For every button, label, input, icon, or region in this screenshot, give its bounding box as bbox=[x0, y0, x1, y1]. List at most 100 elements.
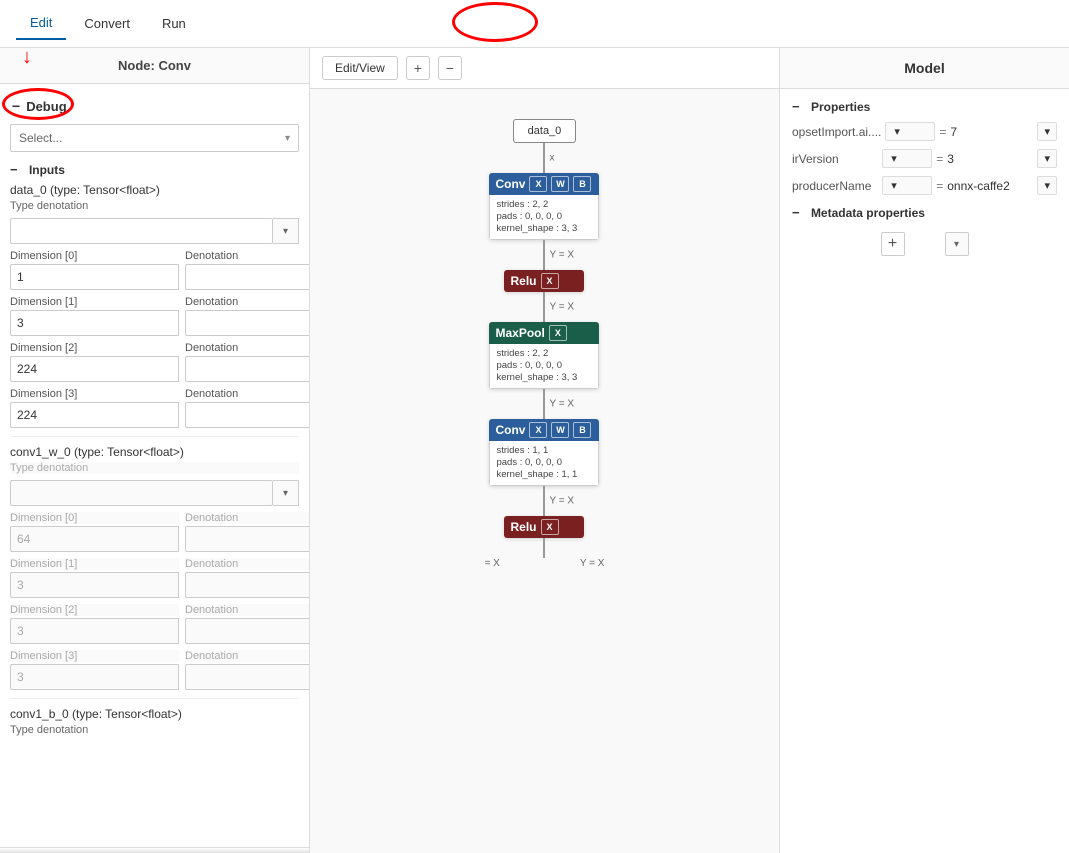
metadata-chevron-button[interactable]: ▾ bbox=[945, 232, 969, 256]
menu-item-edit[interactable]: Edit bbox=[16, 7, 66, 40]
data0-dim1-group: Dimension [1] bbox=[10, 296, 179, 336]
properties-section-header[interactable]: Properties bbox=[792, 99, 1057, 114]
node-relu1-btn-x[interactable]: X bbox=[541, 273, 559, 289]
prop-value-select-1[interactable]: ▾ bbox=[1037, 149, 1057, 168]
node-conv1-btn-b[interactable]: B bbox=[573, 176, 591, 192]
data0-type-denotation-input[interactable] bbox=[10, 218, 273, 244]
data0-den3-input[interactable] bbox=[185, 402, 309, 428]
node-relu1-header: Relu X bbox=[504, 270, 584, 292]
data0-den0-input[interactable] bbox=[185, 264, 309, 290]
node-relu1-label: Relu bbox=[510, 274, 536, 288]
node-maxpool-label: MaxPool bbox=[495, 326, 544, 340]
right-panel: Model Properties opsetImport.ai.... ▾ = … bbox=[779, 48, 1069, 853]
data0-dim0-group: Dimension [0] bbox=[10, 250, 179, 290]
model-panel-title: Model bbox=[780, 48, 1069, 89]
node-conv1-btn-x[interactable]: X bbox=[529, 176, 547, 192]
left-panel-body[interactable]: Debug Select... ▾ Inputs data_0 (type: T… bbox=[0, 84, 309, 847]
edit-view-button[interactable]: Edit/View bbox=[322, 56, 398, 80]
data0-den2-input[interactable] bbox=[185, 356, 309, 382]
conv1w-den1-group: Denotation ▾ bbox=[185, 558, 309, 598]
data0-dim-row-3: Dimension [3] Denotation ▾ bbox=[10, 388, 299, 428]
conv1w-type-chevron[interactable]: ▾ bbox=[273, 480, 299, 506]
data0-dim2-label: Dimension [2] bbox=[10, 342, 179, 354]
input-field-conv1w-name: conv1_w_0 (type: Tensor<float>) bbox=[10, 445, 299, 459]
prop-value-0: 7 bbox=[950, 125, 1033, 139]
node-relu2-btn-x[interactable]: X bbox=[541, 519, 559, 535]
data0-den0-wrap: ▾ bbox=[185, 264, 309, 290]
data0-den3-label: Denotation bbox=[185, 388, 309, 400]
data0-dim1-label: Dimension [1] bbox=[10, 296, 179, 308]
debug-section[interactable]: Debug bbox=[10, 92, 71, 120]
data-node-data0-label: data_0 bbox=[528, 125, 562, 137]
node-conv2-btn-w[interactable]: W bbox=[551, 422, 569, 438]
right-panel-body: Properties opsetImport.ai.... ▾ = 7 ▾ ir… bbox=[780, 89, 1069, 853]
data0-den1-input[interactable] bbox=[185, 310, 309, 336]
node-maxpool-btn-x[interactable]: X bbox=[549, 325, 567, 341]
conv1w-den0-group: Denotation ▾ bbox=[185, 512, 309, 552]
node-relu2-header: Relu X bbox=[504, 516, 584, 538]
metadata-section-header[interactable]: Metadata properties bbox=[792, 205, 1057, 220]
conv1w-dim2-input bbox=[10, 618, 179, 644]
inputs-section-header[interactable]: Inputs bbox=[10, 162, 299, 177]
prop-select-1[interactable]: ▾ bbox=[882, 149, 932, 168]
data0-dim3-label: Dimension [3] bbox=[10, 388, 179, 400]
connector-3: Y = X bbox=[543, 292, 545, 322]
zoom-in-button[interactable]: + bbox=[406, 56, 430, 80]
prop-row-1: irVersion ▾ = 3 ▾ bbox=[792, 149, 1057, 168]
menu-bar: Edit Convert Run bbox=[0, 0, 1069, 48]
prop-value-select-2[interactable]: ▾ bbox=[1037, 176, 1057, 195]
metadata-add-button[interactable]: + bbox=[881, 232, 905, 256]
prop-name-2: producerName bbox=[792, 179, 878, 193]
data-node-data0[interactable]: data_0 bbox=[513, 119, 577, 143]
zoom-out-button[interactable]: − bbox=[438, 56, 462, 80]
node-maxpool-prop-0: strides : 2, 2 bbox=[496, 348, 592, 359]
prop-eq-1: = bbox=[936, 152, 943, 166]
data0-dim3-input[interactable] bbox=[10, 402, 179, 428]
data0-dim-row-2: Dimension [2] Denotation ▾ bbox=[10, 342, 299, 382]
conv1w-den3-group: Denotation ▾ bbox=[185, 650, 309, 690]
data0-dim2-input[interactable] bbox=[10, 356, 179, 382]
data0-dim3-group: Dimension [3] bbox=[10, 388, 179, 428]
input-field-conv1b-type-label: Type denotation bbox=[10, 724, 299, 736]
conv1w-dim1-label: Dimension [1] bbox=[10, 558, 179, 570]
connector-1-label: x bbox=[549, 153, 554, 164]
canvas-area[interactable]: data_0 x Conv X W B strides : 2, 2 bbox=[310, 89, 779, 853]
metadata-actions: + ▾ bbox=[792, 228, 1057, 260]
prop-value-select-0[interactable]: ▾ bbox=[1037, 122, 1057, 141]
node-maxpool-prop-2: kernel_shape : 3, 3 bbox=[496, 372, 592, 383]
node-conv1-btn-w[interactable]: W bbox=[551, 176, 569, 192]
prop-select-2[interactable]: ▾ bbox=[882, 176, 932, 195]
connector-5-label: Y = X bbox=[549, 496, 574, 507]
input-field-conv1b-name: conv1_b_0 (type: Tensor<float>) bbox=[10, 707, 299, 721]
connector-2: Y = X bbox=[543, 240, 545, 270]
connector-6 bbox=[543, 538, 545, 558]
graph-container: data_0 x Conv X W B strides : 2, 2 bbox=[485, 109, 605, 569]
node-relu2-label: Relu bbox=[510, 520, 536, 534]
menu-item-run[interactable]: Run bbox=[148, 8, 200, 39]
node-conv2-btn-b[interactable]: B bbox=[573, 422, 591, 438]
node-maxpool[interactable]: MaxPool X strides : 2, 2 pads : 0, 0, 0,… bbox=[489, 322, 599, 389]
conv1w-dim1-group: Dimension [1] bbox=[10, 558, 179, 598]
debug-select[interactable]: Select... ▾ bbox=[10, 124, 299, 152]
main-content: ↓ Node: Conv Debug Select... ▾ Inputs bbox=[0, 48, 1069, 853]
conv1w-dim1-input bbox=[10, 572, 179, 598]
input-field-data0-type-label: Type denotation bbox=[10, 200, 299, 212]
prop-select-0[interactable]: ▾ bbox=[885, 122, 935, 141]
node-conv1[interactable]: Conv X W B strides : 2, 2 pads : 0, 0, 0… bbox=[489, 173, 599, 240]
left-panel-scroll-indicator bbox=[0, 847, 309, 853]
node-conv1-prop-1: pads : 0, 0, 0, 0 bbox=[496, 211, 592, 222]
node-conv2[interactable]: Conv X W B strides : 1, 1 pads : 0, 0, 0… bbox=[489, 419, 599, 486]
data0-dim1-input[interactable] bbox=[10, 310, 179, 336]
node-maxpool-prop-1: pads : 0, 0, 0, 0 bbox=[496, 360, 592, 371]
conv1w-den3-input bbox=[185, 664, 309, 690]
data0-den2-group: Denotation ▾ bbox=[185, 342, 309, 382]
menu-item-convert[interactable]: Convert bbox=[70, 8, 144, 39]
node-conv2-btn-x[interactable]: X bbox=[529, 422, 547, 438]
input-field-conv1w-type-label: Type denotation bbox=[10, 462, 299, 474]
data0-dim0-input[interactable] bbox=[10, 264, 179, 290]
conv1w-dim0-group: Dimension [0] bbox=[10, 512, 179, 552]
data0-type-chevron[interactable]: ▾ bbox=[273, 218, 299, 244]
node-relu2[interactable]: Relu X bbox=[504, 516, 584, 538]
node-relu1[interactable]: Relu X bbox=[504, 270, 584, 292]
node-conv2-label: Conv bbox=[495, 423, 525, 437]
